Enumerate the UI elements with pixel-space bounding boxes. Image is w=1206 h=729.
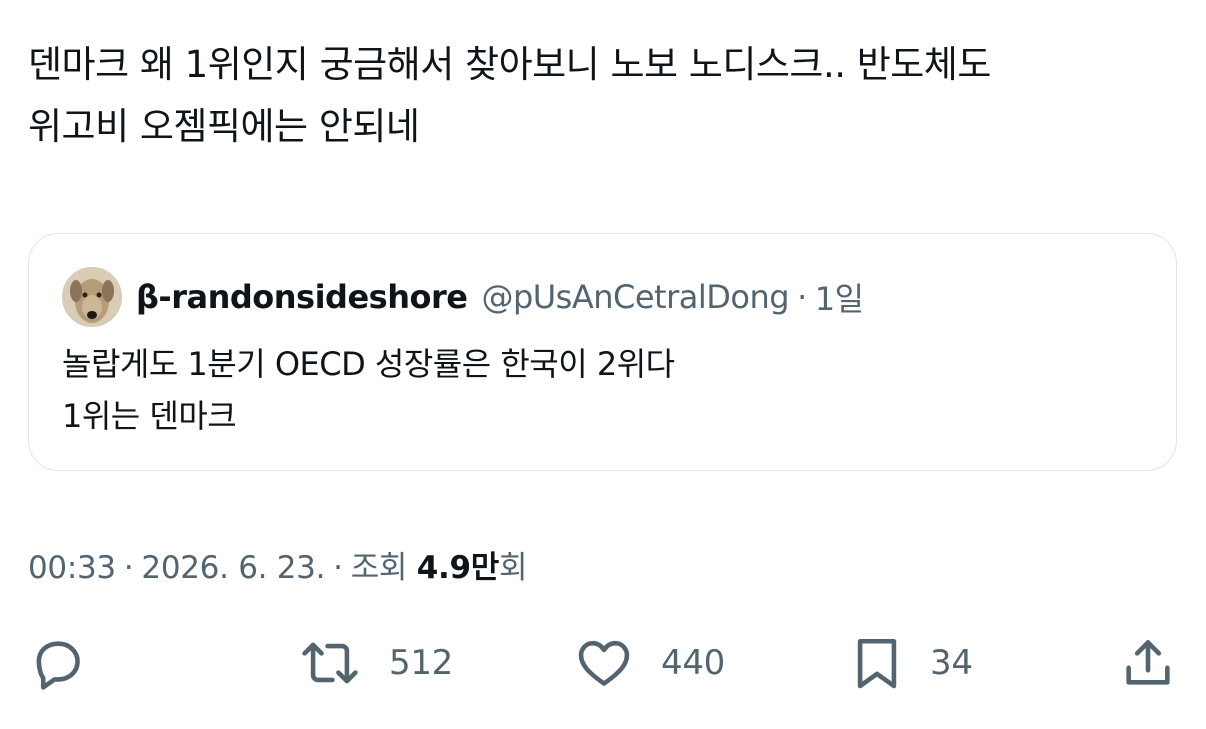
quoted-timestamp[interactable]: 1일	[815, 274, 864, 320]
tweet-text: 덴마크 왜 1위인지 궁금해서 찾아보니 노보 노디스크.. 반도체도 위고비 …	[28, 34, 1178, 158]
tweet-meta: 00:33 · 2026. 6. 23. · 조회 4.9만회	[28, 542, 528, 587]
quoted-tweet-header: β-randonsideshore @pUsAnCetralDong · 1일	[62, 266, 864, 328]
share-icon	[1126, 640, 1170, 685]
reply-button[interactable]	[28, 628, 86, 698]
tweet-time[interactable]: 00:33	[28, 550, 116, 586]
retweet-icon	[302, 642, 358, 684]
tweet-date[interactable]: 2026. 6. 23.	[141, 550, 325, 586]
separator-dot: ·	[333, 550, 343, 586]
quoted-text-line-2: 1위는 덴마크	[62, 397, 237, 435]
reply-icon	[36, 641, 80, 690]
separator-dot: ·	[123, 550, 134, 586]
quoted-tweet-card[interactable]: β-randonsideshore @pUsAnCetralDong · 1일 …	[28, 233, 1177, 471]
views-label: 조회	[350, 550, 408, 586]
share-button[interactable]	[1119, 628, 1177, 698]
tweet-text-line-1: 덴마크 왜 1위인지 궁금해서 찾아보니 노보 노디스크.. 반도체도	[28, 43, 991, 86]
bookmark-count: 34	[930, 643, 973, 683]
views-count: 4.9만	[416, 550, 500, 586]
bookmark-icon	[857, 638, 897, 689]
retweet-button[interactable]: 512	[297, 628, 453, 698]
quoted-author-handle[interactable]: @pUsAnCetralDong	[481, 278, 789, 316]
like-button[interactable]: 440	[573, 628, 725, 698]
quoted-tweet-text: 놀랍게도 1분기 OECD 성장률은 한국이 2위다 1위는 덴마크	[62, 338, 675, 442]
quoted-text-line-1: 놀랍게도 1분기 OECD 성장률은 한국이 2위다	[62, 345, 675, 383]
tweet-text-line-2: 위고비 오젬픽에는 안되네	[28, 105, 420, 148]
like-count: 440	[661, 643, 725, 683]
views-suffix: 회	[498, 550, 528, 586]
bookmark-button[interactable]: 34	[850, 628, 973, 698]
heart-icon	[578, 640, 630, 686]
quoted-author-name[interactable]: β-randonsideshore	[136, 278, 468, 316]
retweet-count: 512	[389, 643, 453, 683]
separator-dot: ·	[797, 278, 807, 316]
dog-avatar-icon[interactable]	[62, 267, 122, 327]
action-bar: 512 440 34	[0, 628, 1206, 698]
